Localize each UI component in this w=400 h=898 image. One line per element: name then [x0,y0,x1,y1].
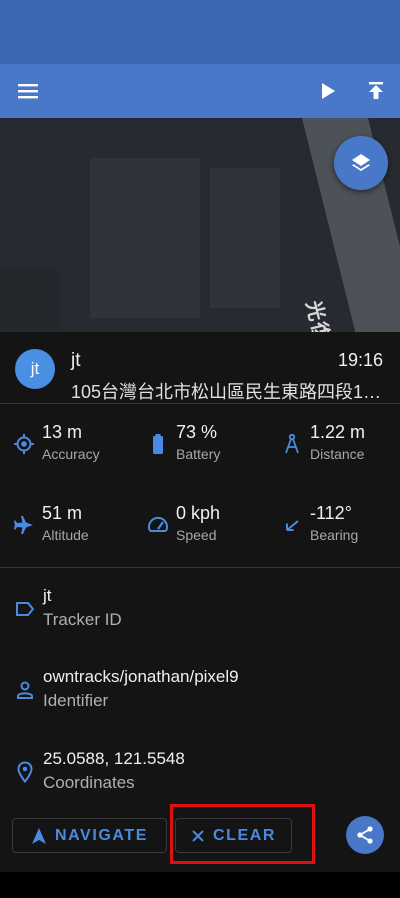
toolbar [0,64,400,118]
layers-icon [352,154,370,171]
tracker-id-value: jt [43,586,52,605]
compass-icon [280,432,304,456]
stat-battery: 73 % Battery [146,422,276,470]
distance-label: Distance [310,446,365,462]
identifier-label: Identifier [43,691,109,710]
layers-button[interactable] [334,136,388,190]
stat-bearing: -112° Bearing [280,503,400,551]
bearing-label: Bearing [310,527,359,543]
airplane-icon [12,513,36,537]
person-icon [14,679,36,701]
contact-header[interactable]: jt jt 19:16 105台灣台北市松山區民生東路四段1… [0,332,400,404]
stat-speed: 0 kph Speed [146,503,276,551]
coordinates-value: 25.0588, 121.5548 [43,749,185,768]
map-building [0,268,60,332]
navigate-button[interactable]: NAVIGATE [12,818,167,853]
altitude-label: Altitude [42,527,89,543]
navigate-label: NAVIGATE [54,826,149,844]
bearing-value: -112° [310,503,352,523]
speed-value: 0 kph [176,503,221,523]
avatar: jt [15,349,55,389]
location-pin-icon [14,761,36,783]
divider [0,567,400,568]
detail-coordinates: 25.0588, 121.5548 Coordinates [0,749,400,809]
label-icon [14,598,36,620]
map-view[interactable]: 光復北路 [0,118,400,332]
share-button[interactable] [346,816,384,854]
clear-highlight-box [170,804,315,864]
system-nav-bar [0,872,400,898]
stat-distance: 1.22 m Distance [280,422,400,470]
road-label: 光復北路 [300,297,345,332]
contact-name: jt [71,350,81,371]
detail-tracker-id: jt Tracker ID [0,586,400,646]
status-bar [0,0,400,64]
stat-altitude: 51 m Altitude [12,503,142,551]
contact-details-sheet: jt jt 19:16 105台灣台北市松山區民生東路四段1… 13 m Acc… [0,332,400,872]
contact-address: 105台灣台北市松山區民生東路四段1… [71,382,382,402]
menu-icon[interactable] [6,64,50,118]
speed-label: Speed [176,527,217,543]
accuracy-value: 13 m [42,422,83,442]
crosshair-icon [12,432,36,456]
accuracy-label: Accuracy [42,446,100,462]
battery-value: 73 % [176,422,218,442]
tracker-id-label: Tracker ID [43,610,122,629]
upload-icon[interactable] [354,64,398,118]
arrow-icon [280,513,304,537]
play-icon[interactable] [306,64,350,118]
battery-label: Battery [176,446,221,462]
battery-icon [146,432,170,456]
last-update-time: 19:16 [337,350,383,370]
coordinates-label: Coordinates [43,773,135,792]
share-icon [357,826,373,844]
distance-value: 1.22 m [310,422,366,442]
altitude-value: 51 m [42,503,83,523]
detail-identifier: owntracks/jonathan/pixel9 Identifier [0,667,400,727]
divider [0,403,400,404]
speedometer-icon [146,513,170,537]
identifier-value: owntracks/jonathan/pixel9 [43,667,239,686]
stat-accuracy: 13 m Accuracy [12,422,142,470]
map-building [210,168,280,308]
map-building [90,158,200,318]
navigation-arrow-icon [31,827,46,844]
